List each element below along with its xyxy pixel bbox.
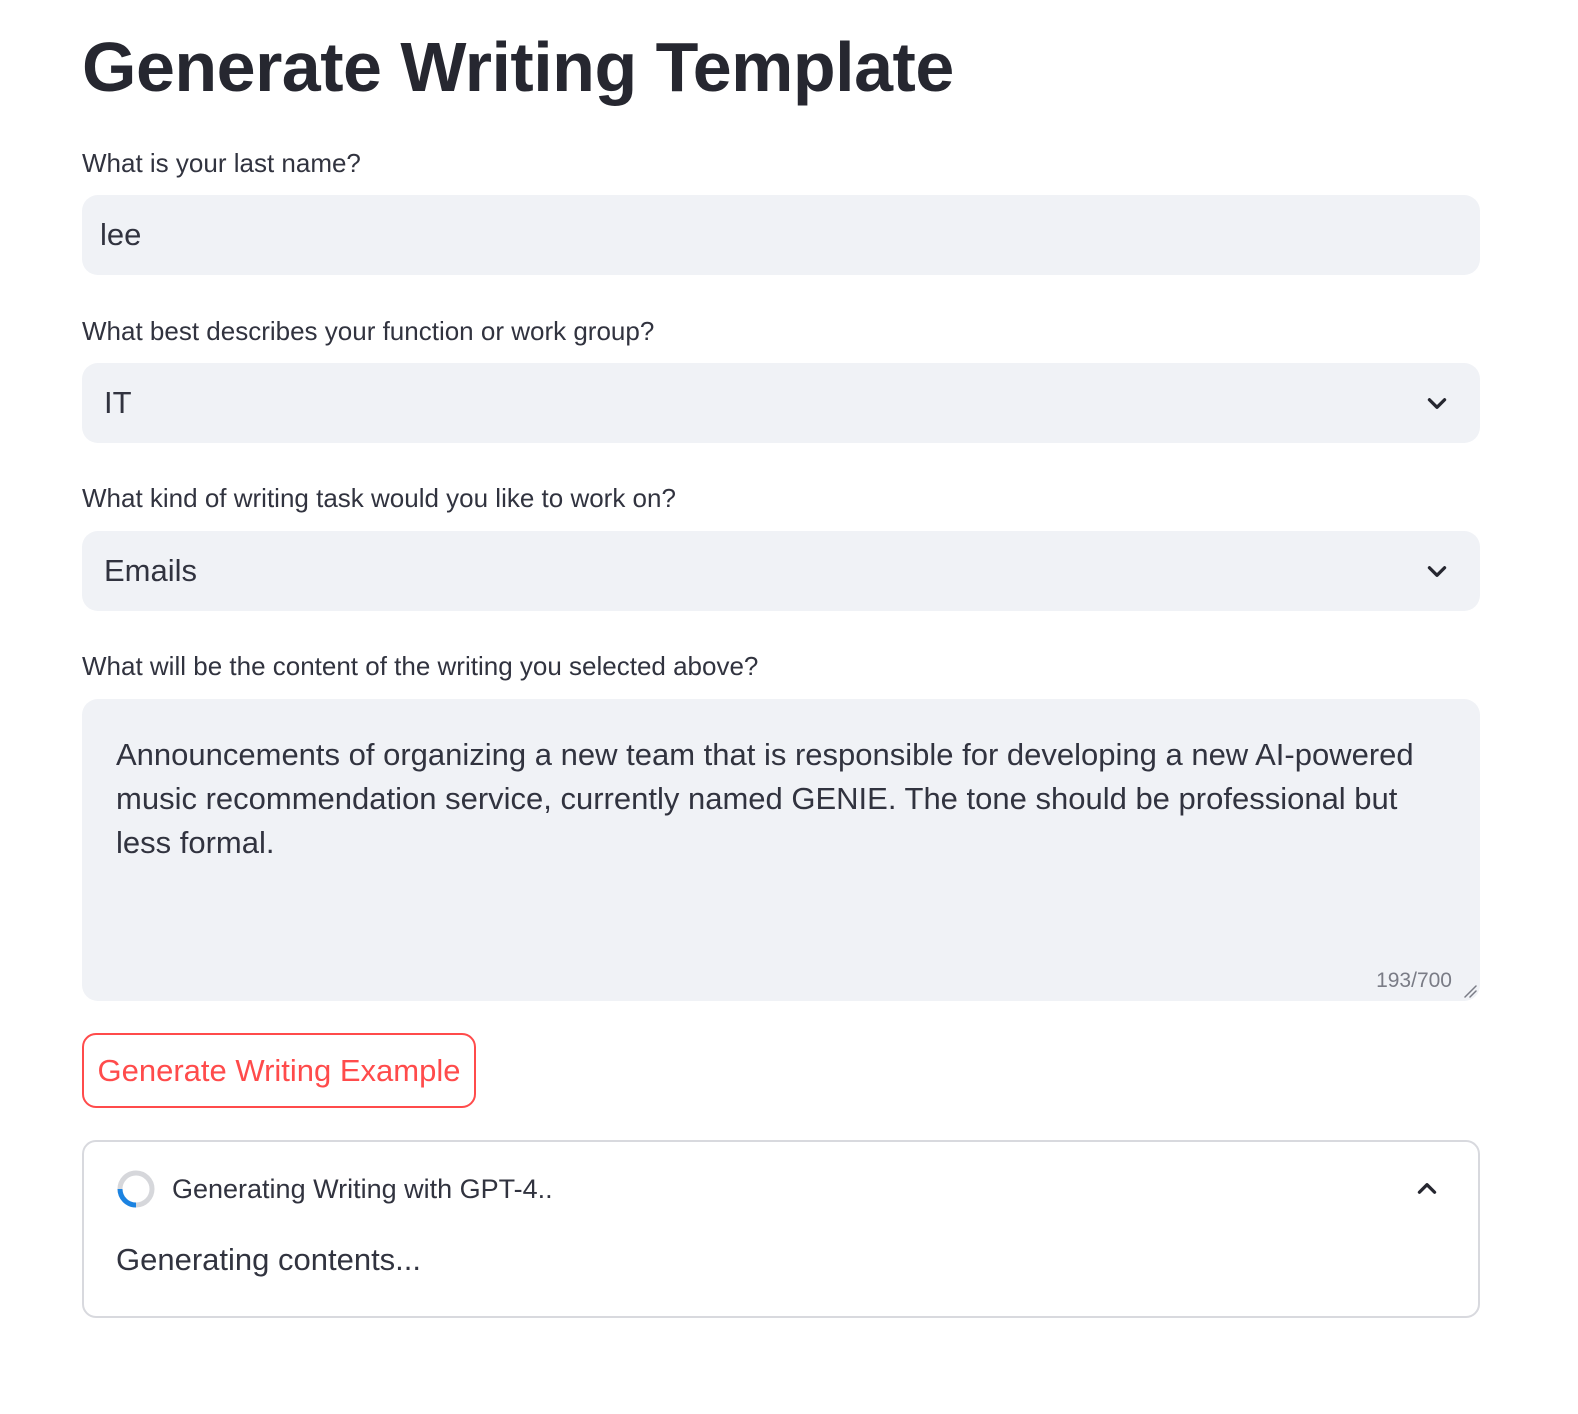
function-group-label: What best describes your function or wor… bbox=[82, 316, 655, 346]
chevron-down-icon[interactable] bbox=[1424, 558, 1450, 584]
function-group-value: IT bbox=[104, 385, 132, 420]
generate-writing-example-button[interactable]: Generate Writing Example bbox=[82, 1033, 476, 1108]
content-value: Announcements of organizing a new team t… bbox=[116, 737, 1414, 860]
writing-task-value: Emails bbox=[104, 553, 198, 588]
chevron-up-icon[interactable] bbox=[1414, 1176, 1440, 1202]
content-textarea[interactable]: Announcements of organizing a new team t… bbox=[82, 699, 1480, 1001]
writing-task-select[interactable]: Emails bbox=[82, 531, 1480, 611]
writing-task-label: What kind of writing task would you like… bbox=[82, 483, 676, 513]
page-title: Generate Writing Template bbox=[82, 28, 954, 106]
spinner-icon bbox=[117, 1170, 155, 1208]
chevron-down-icon[interactable] bbox=[1424, 390, 1450, 416]
page: Generate Writing Template What is your l… bbox=[0, 0, 1578, 1414]
resize-handle-icon[interactable] bbox=[1463, 984, 1477, 998]
last-name-label: What is your last name? bbox=[82, 148, 361, 178]
function-group-select[interactable]: IT bbox=[82, 363, 1480, 443]
last-name-value: lee bbox=[100, 217, 142, 252]
last-name-input[interactable]: lee bbox=[82, 195, 1480, 275]
status-title: Generating Writing with GPT-4.. bbox=[172, 1174, 553, 1204]
status-body: Generating contents... bbox=[116, 1242, 422, 1277]
character-counter: 193/700 bbox=[1376, 969, 1452, 992]
status-expander: Generating Writing with GPT-4.. Generati… bbox=[82, 1140, 1480, 1318]
content-label: What will be the content of the writing … bbox=[82, 651, 759, 681]
